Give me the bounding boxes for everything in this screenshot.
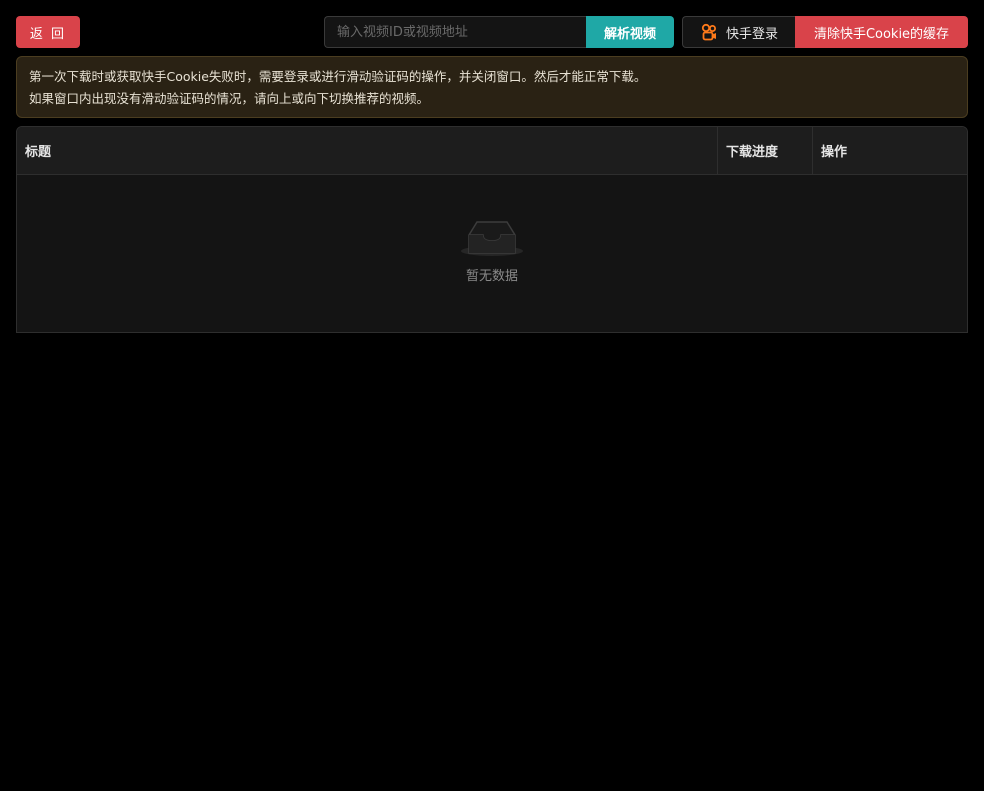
empty-text: 暂无数据: [465, 269, 518, 284]
column-header-progress: 下载进度: [718, 127, 813, 174]
column-header-action: 操作: [821, 145, 848, 160]
column-header-title: 标题: [17, 127, 718, 174]
login-group: 快手登录 清除快手Cookie的缓存: [682, 16, 968, 48]
notice-line-1: 第一次下载时或获取快手Cookie失败时，需要登录或进行滑动验证码的操作，并关闭…: [29, 69, 647, 84]
table-header: 标题 下载进度 操作: [17, 127, 967, 175]
video-search-group: 解析视频: [324, 16, 674, 48]
video-id-input[interactable]: [324, 16, 586, 48]
notice-line-2: 如果窗口内出现没有滑动验证码的情况，请向上或向下切换推荐的视频。: [29, 91, 430, 106]
kuaishou-login-label: 快手登录: [725, 26, 778, 42]
table-empty-state: 暂无数据: [17, 175, 967, 332]
clear-cookie-button[interactable]: 清除快手Cookie的缓存: [795, 16, 968, 48]
parse-video-button[interactable]: 解析视频: [586, 16, 674, 48]
download-notice: 第一次下载时或获取快手Cookie失败时，需要登录或进行滑动验证码的操作，并关闭…: [16, 56, 968, 118]
kuaishou-logo-icon: [700, 23, 718, 41]
page: 返 回 解析视频 快手登录 清除快手Cookie的缓存 第一次下载时: [0, 0, 984, 791]
empty-inbox-icon: [460, 217, 524, 259]
kuaishou-login-button[interactable]: 快手登录: [682, 16, 795, 48]
toolbar: 返 回 解析视频 快手登录 清除快手Cookie的缓存: [16, 16, 968, 48]
download-table: 标题 下载进度 操作 暂无数据: [16, 126, 968, 333]
back-button[interactable]: 返 回: [16, 16, 80, 48]
